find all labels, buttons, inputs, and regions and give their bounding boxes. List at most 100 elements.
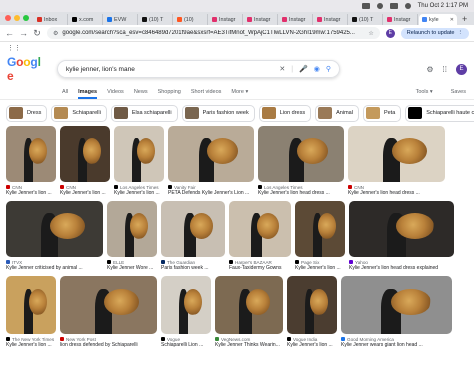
result-title[interactable]: lion dress defended by Schiaparelli — [60, 342, 157, 349]
search-tab[interactable]: More ▾ — [231, 84, 248, 99]
result-title[interactable]: Paris fashion week ... — [161, 265, 225, 272]
result-title[interactable]: Kylie Jenner Wore ... — [107, 265, 157, 272]
browser-tab[interactable]: Instagr — [384, 14, 418, 25]
clear-icon[interactable]: ✕ — [279, 65, 285, 73]
reload-icon[interactable]: ↻ — [33, 28, 41, 39]
result-thumbnail[interactable] — [6, 126, 56, 182]
image-result[interactable]: CNN Kylie Jenner's lion head dress ... — [348, 126, 445, 197]
address-bar[interactable]: ⚙ google.com/search?sca_esv=c846489d7201… — [47, 27, 380, 39]
result-title[interactable]: Kylie Jenner's lion ... — [114, 190, 164, 197]
image-result[interactable]: Yahoo Kylie Jenner's lion head dress expl… — [349, 201, 454, 272]
result-title[interactable]: Kylie Jenner's lion ... — [60, 190, 110, 197]
apps-grid-icon[interactable]: ⋮⋮ — [7, 44, 21, 52]
browser-tab[interactable]: (10) — [174, 14, 208, 25]
settings-icon[interactable]: ⚙ — [426, 65, 433, 74]
image-result[interactable]: Los Angeles Times Kylie Jenner's lion hea… — [258, 126, 344, 197]
result-thumbnail[interactable] — [295, 201, 345, 257]
filter-chip[interactable]: Peta — [362, 104, 402, 122]
image-result[interactable]: New York Post lion dress defended by Schi… — [60, 276, 157, 349]
result-title[interactable]: Kylie Jenner criticised by animal ... — [6, 265, 103, 272]
result-title[interactable]: Kylie Jenner wears giant lion head ... — [341, 342, 452, 349]
microphone-icon[interactable]: 🎤 — [299, 65, 308, 73]
image-result[interactable]: ITVX Kylie Jenner criticised by animal ..… — [6, 201, 103, 272]
result-title[interactable]: Faux-Taxidermy Gowns — [229, 265, 291, 272]
result-title[interactable]: Kylie Jenner's lion ... — [295, 265, 345, 272]
search-tab[interactable]: Short videos — [191, 84, 222, 99]
result-thumbnail[interactable] — [229, 201, 291, 257]
site-info-icon[interactable]: ⚙ — [53, 30, 58, 37]
saves-button[interactable]: Saves — [451, 89, 466, 95]
search-tab[interactable]: News — [134, 84, 148, 99]
result-thumbnail[interactable] — [287, 276, 337, 334]
search-tab[interactable]: Videos — [107, 84, 124, 99]
filter-chip[interactable]: Schiaparelli — [51, 104, 107, 122]
browser-tab[interactable]: x.com — [69, 14, 103, 25]
search-query-input[interactable]: kylie jenner, lion's mane — [66, 66, 273, 73]
result-title[interactable]: Kylie Jenner's lion ... — [6, 190, 56, 197]
image-result[interactable]: Vanity Fair PETA Defends Kylie Jenner's L… — [168, 126, 254, 197]
browser-tab[interactable]: (10) T — [139, 14, 173, 25]
result-thumbnail[interactable] — [161, 201, 225, 257]
bookmark-star-icon[interactable]: ☆ — [368, 30, 373, 37]
result-thumbnail[interactable] — [6, 276, 56, 334]
result-thumbnail[interactable] — [161, 276, 211, 334]
lens-icon[interactable]: ◉ — [314, 65, 320, 73]
filter-chip[interactable]: Dress — [6, 104, 48, 122]
image-result[interactable]: Harper's BAZAAR Faux-Taxidermy Gowns — [229, 201, 291, 272]
tools-button[interactable]: Tools ▾ — [416, 89, 433, 95]
browser-tab[interactable]: (10) T — [349, 14, 383, 25]
browser-tab[interactable]: Instagr — [314, 14, 348, 25]
browser-tab[interactable]: Instagr — [244, 14, 278, 25]
image-result[interactable]: The New York Times Kylie Jenner's lion ..… — [6, 276, 56, 349]
filter-chip[interactable]: Animal — [315, 104, 359, 122]
result-thumbnail[interactable] — [6, 201, 103, 257]
result-title[interactable]: Kylie Jenner's lion head dress explained — [349, 265, 454, 272]
filter-chip[interactable]: Schiaparelli haute couture — [405, 104, 474, 122]
image-result[interactable]: Vogue Schiaparelli Lion ... — [161, 276, 211, 349]
result-title[interactable]: Kylie Jenner's lion ... — [287, 342, 337, 349]
result-title[interactable]: Kylie Jenner Thinks Wearin... — [215, 342, 283, 349]
apps-icon[interactable]: ⁞⁞ — [443, 65, 447, 74]
result-title[interactable]: PETA Defends Kylie Jenner's Lion ... — [168, 190, 254, 197]
search-icon[interactable]: ⚲ — [326, 65, 331, 73]
search-tab[interactable]: Shopping — [158, 84, 181, 99]
browser-tab[interactable]: kyle ✕ — [419, 14, 457, 25]
browser-tab[interactable]: Instagr — [209, 14, 243, 25]
filter-chip[interactable]: Lion dress — [258, 104, 312, 122]
result-thumbnail[interactable] — [60, 276, 157, 334]
search-tab[interactable]: Images — [78, 84, 97, 99]
minimize-window-button[interactable] — [14, 15, 20, 21]
account-avatar[interactable]: E — [456, 63, 467, 75]
filter-chip[interactable]: Paris fashion week — [181, 104, 255, 122]
image-result[interactable]: Good Morning America Kylie Jenner wears g… — [341, 276, 452, 349]
image-result[interactable]: CNN Kylie Jenner's lion ... — [60, 126, 110, 197]
browser-tab[interactable]: EVW — [104, 14, 138, 25]
zoom-window-button[interactable] — [23, 15, 29, 21]
forward-icon[interactable]: → — [19, 28, 28, 38]
result-title[interactable]: Kylie Jenner's lion ... — [6, 342, 56, 349]
search-box[interactable]: kylie jenner, lion's mane ✕ | 🎤 ◉ ⚲ — [57, 60, 340, 78]
filter-chip[interactable]: Elsa schiaparelli — [110, 104, 178, 122]
result-thumbnail[interactable] — [215, 276, 283, 334]
result-thumbnail[interactable] — [107, 201, 157, 257]
image-result[interactable]: Page Six Kylie Jenner's lion ... — [295, 201, 345, 272]
close-window-button[interactable] — [5, 15, 11, 21]
image-result[interactable]: ELLE Kylie Jenner Wore ... — [107, 201, 157, 272]
result-title[interactable]: Schiaparelli Lion ... — [161, 342, 211, 349]
close-tab-icon[interactable]: ✕ — [450, 17, 454, 23]
search-tab[interactable]: All — [62, 84, 68, 99]
result-thumbnail[interactable] — [60, 126, 110, 182]
google-logo[interactable]: Google — [7, 55, 47, 83]
result-thumbnail[interactable] — [258, 126, 344, 182]
result-title[interactable]: Kylie Jenner's lion head dress ... — [258, 190, 344, 197]
image-result[interactable]: VegNews.com Kylie Jenner Thinks Wearin... — [215, 276, 283, 349]
browser-tab[interactable]: Instagr — [279, 14, 313, 25]
result-title[interactable]: Kylie Jenner's lion head dress ... — [348, 190, 445, 197]
result-thumbnail[interactable] — [341, 276, 452, 334]
image-result[interactable]: Vogue India Kylie Jenner's lion ... — [287, 276, 337, 349]
new-tab-button[interactable]: + — [458, 14, 471, 24]
browser-tab[interactable]: Inbox — [34, 14, 68, 25]
image-result[interactable]: Los Angeles Times Kylie Jenner's lion ... — [114, 126, 164, 197]
back-icon[interactable]: ← — [5, 28, 14, 38]
profile-avatar[interactable]: E — [385, 28, 395, 38]
